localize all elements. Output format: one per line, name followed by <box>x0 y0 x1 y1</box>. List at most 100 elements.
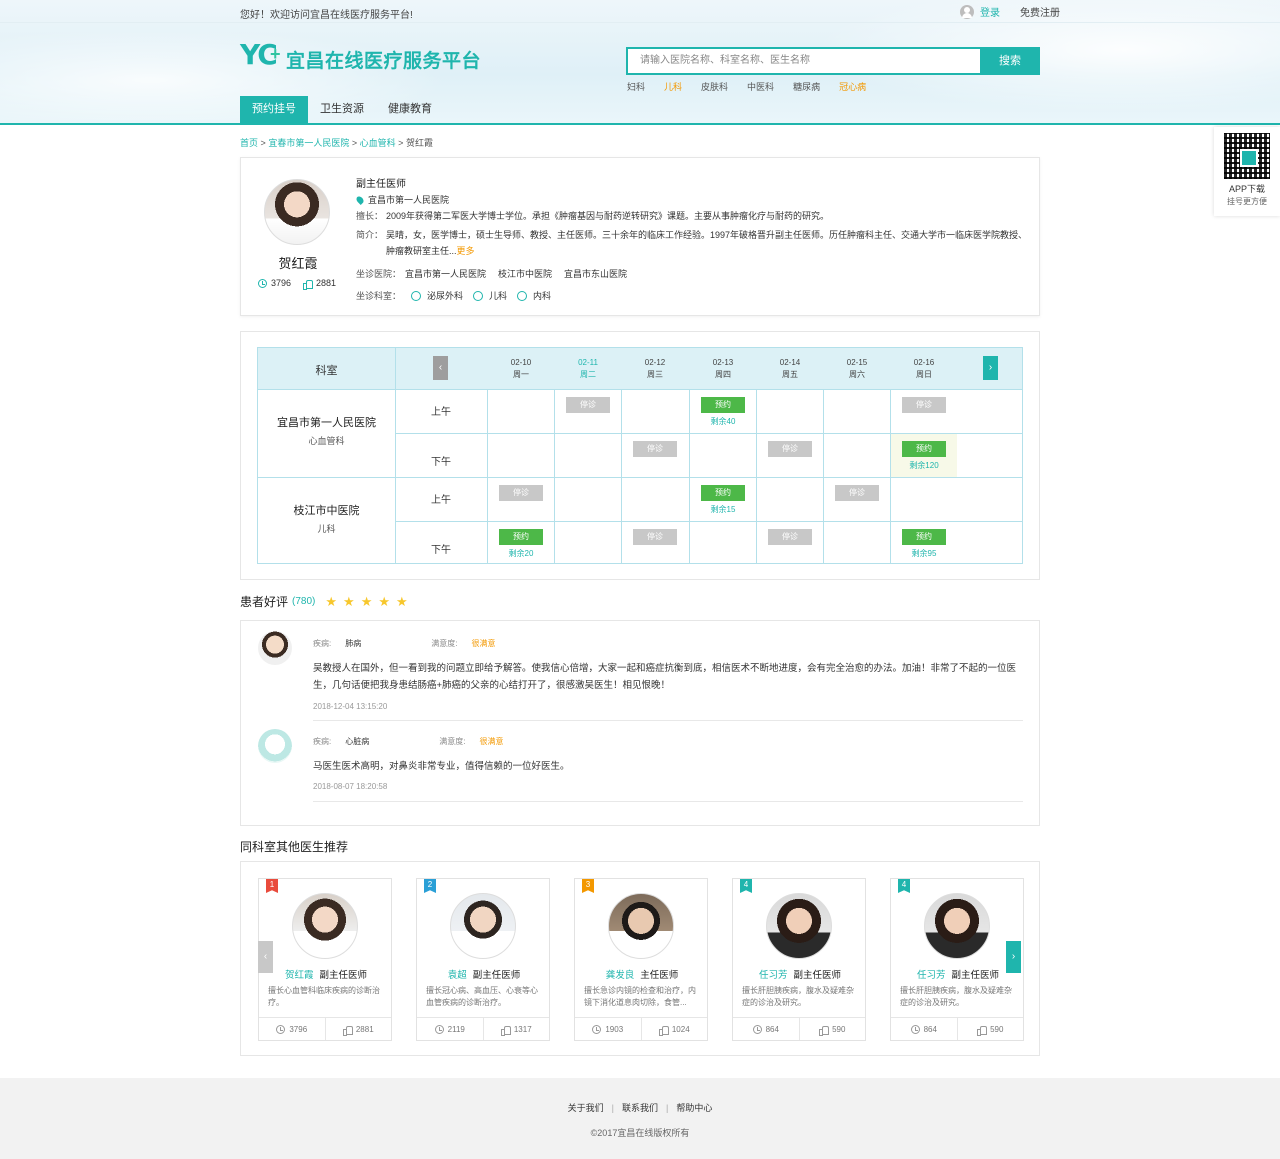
breadcrumb-hospital[interactable]: 宜春市第一人民医院 <box>268 138 349 148</box>
schedule-next-button[interactable]: › <box>983 356 998 380</box>
doctor-card-desc: 擅长冠心病、高血压、心衰等心血管疾病的诊断治疗。 <box>426 986 538 1007</box>
clock-icon <box>258 278 267 288</box>
nav-underline <box>0 123 1280 125</box>
breadcrumb-dept[interactable]: 心血管科 <box>360 138 396 148</box>
hot-tag[interactable]: 皮肤科 <box>701 80 728 93</box>
review-divider <box>313 801 1023 802</box>
slot-book-button[interactable]: 预约 <box>701 397 745 413</box>
sitting-hospitals: 坐诊医院： 宜昌市第一人民医院 枝江市中医院 宜昌市东山医院 <box>356 267 639 280</box>
schedule-hospital-name: 宜昌市第一人民医院 <box>277 417 376 429</box>
review-time: 2018-12-04 13:15:20 <box>313 702 388 711</box>
user-icon <box>960 4 974 19</box>
breadcrumb-current: 贺红霞 <box>405 138 433 148</box>
table-line <box>689 389 690 563</box>
slot-closed: 停诊 <box>902 397 946 413</box>
clock-icon <box>592 1024 602 1034</box>
satisfaction-value: 很满意 <box>471 639 496 648</box>
doctor-card[interactable]: 4 任习芳 副主任医师 擅长肝胆胰疾病，腹水及疑难杂症的诊治及研究。 864 590 <box>890 878 1024 1041</box>
sit-hospital-link[interactable]: 枝江市中医院 <box>498 267 552 280</box>
slot-book-button[interactable]: 预约 <box>902 441 946 457</box>
date-label: 02-13 <box>712 358 734 367</box>
dept-header: 科室 <box>315 365 338 377</box>
register-link[interactable]: 免费注册 <box>1020 4 1060 19</box>
date-column: 02-11 周二 <box>564 357 612 381</box>
doctor-card-likes: 1024 <box>640 1018 708 1040</box>
hot-tag[interactable]: 冠心病 <box>839 80 866 93</box>
weekday-label: 周一 <box>513 370 529 379</box>
doctor-card[interactable]: 2 袁超 副主任医师 擅长冠心病、高血压、心衰等心血管疾病的诊断治疗。 2119 1317 <box>416 878 550 1041</box>
nav-item[interactable]: 预约挂号 <box>240 96 308 123</box>
sit-hospital-link[interactable]: 宜昌市东山医院 <box>564 267 627 280</box>
date-label: 02-14 <box>779 358 801 367</box>
doctor-card-title: 副主任医师 <box>319 970 368 981</box>
breadcrumb-sep: > <box>260 138 266 148</box>
slot-closed: 停诊 <box>566 397 610 413</box>
doctor-avatar <box>264 179 330 245</box>
copyright: ©2017宜昌在线版权所有 <box>590 1128 690 1138</box>
doctor-card-visits: 1903 <box>575 1018 641 1040</box>
footer-link[interactable]: 关于我们 <box>568 1103 604 1113</box>
rating-stars: ★ ★ ★ ★ ★ <box>319 594 407 610</box>
doctor-card-name: 袁超 副主任医师 <box>417 967 551 981</box>
doctor-card-desc: 擅长肝胆胰疾病，腹水及疑难杂症的诊治及研究。 <box>900 986 1012 1007</box>
table-line <box>554 389 555 563</box>
logo-text[interactable]: 宜昌在线医疗服务平台 <box>286 46 481 73</box>
thumbs-up-icon <box>658 1025 669 1036</box>
sit-dept-link[interactable]: 内科 <box>533 289 551 302</box>
doctor-card[interactable]: 1 贺红霞 副主任医师 擅长心血管科临床疾病的诊断治疗。 3796 2881 <box>258 878 392 1041</box>
sit-dept-link[interactable]: 泌尿外科 <box>427 289 463 302</box>
qr-subtitle: 挂号更方便 <box>1227 197 1267 206</box>
footer-link[interactable]: 联系我们 <box>622 1103 658 1113</box>
doctor-card-avatar <box>292 893 358 959</box>
doctor-card-name: 任习芳 副主任医师 <box>733 967 867 981</box>
sit-hospital-link[interactable]: 宜昌市第一人民医院 <box>405 267 486 280</box>
nav-item[interactable]: 卫生资源 <box>308 96 376 123</box>
hot-tag[interactable]: 妇科 <box>627 80 645 93</box>
footer <box>0 1078 1280 1159</box>
review-divider <box>313 720 1023 721</box>
search-button[interactable]: 搜索 <box>980 47 1040 75</box>
main-nav: 预约挂号 卫生资源 健康教育 <box>240 96 444 124</box>
doctor-title: 副主任医师 <box>356 179 406 190</box>
table-line <box>487 389 488 563</box>
login-link[interactable]: 登录 <box>980 4 1000 19</box>
doctor-card-likes-value: 590 <box>990 1024 1004 1034</box>
recommend-next-button[interactable]: › <box>1006 941 1021 973</box>
recommend-prev-button[interactable]: ‹ <box>258 941 273 973</box>
footer-link[interactable]: 帮助中心 <box>676 1103 712 1113</box>
nav-item[interactable]: 健康教育 <box>376 96 444 123</box>
date-column: 02-13 周四 <box>699 357 747 381</box>
hot-tag[interactable]: 儿科 <box>664 80 682 93</box>
app-download-panel[interactable]: APP下载 挂号更方便 <box>1214 127 1280 216</box>
slot-book-button[interactable]: 预约 <box>499 529 543 545</box>
doctor-card-likes: 1317 <box>482 1018 550 1040</box>
slot-book-button[interactable]: 预约 <box>701 485 745 501</box>
doctor-card-visits-value: 3796 <box>289 1024 308 1034</box>
schedule-prev-button[interactable]: ‹ <box>433 356 448 380</box>
recommend-title: 同科室其他医生推荐 <box>240 840 349 854</box>
doctor-card[interactable]: 4 任习芳 副主任医师 擅长肝胆胰疾病，腹水及疑难杂症的诊治及研究。 864 590 <box>732 878 866 1041</box>
hot-tag[interactable]: 糖尿病 <box>793 80 820 93</box>
like-count-value: 2881 <box>316 278 337 288</box>
table-line <box>258 389 1022 390</box>
hot-tag[interactable]: 中医科 <box>747 80 774 93</box>
doctor-card[interactable]: 3 龚发良 主任医师 擅长急诊内镜的检查和治疗，内镜下消化道息肉切除，食管... 190… <box>574 878 708 1041</box>
date-label: 02-10 <box>510 358 532 367</box>
thumbs-up-icon <box>342 1025 353 1036</box>
more-link[interactable]: 更多 <box>457 246 475 256</box>
slot-book-button[interactable]: 预约 <box>902 529 946 545</box>
breadcrumb-home[interactable]: 首页 <box>240 138 258 148</box>
slot-closed: 停诊 <box>633 529 677 545</box>
doctor-card-name: 贺红霞 副主任医师 <box>259 967 393 981</box>
reviewer-avatar <box>258 631 292 665</box>
sit-dept-link[interactable]: 儿科 <box>489 289 507 302</box>
doctor-card-likes-value: 1024 <box>671 1024 690 1034</box>
search-input[interactable]: 请输入医院名称、科室名称、医生名称 <box>626 47 982 75</box>
weekday-label: 周日 <box>916 370 932 379</box>
satisfaction-label: 满意度: <box>431 639 458 648</box>
thumbs-up-icon <box>819 1025 830 1036</box>
doctor-hospital-name: 宜昌市第一人民医院 <box>368 195 450 205</box>
disease-value: 心脏病 <box>345 737 370 746</box>
footer-separator: | <box>666 1103 669 1113</box>
sit-dept-label: 坐诊科室： <box>356 291 402 301</box>
